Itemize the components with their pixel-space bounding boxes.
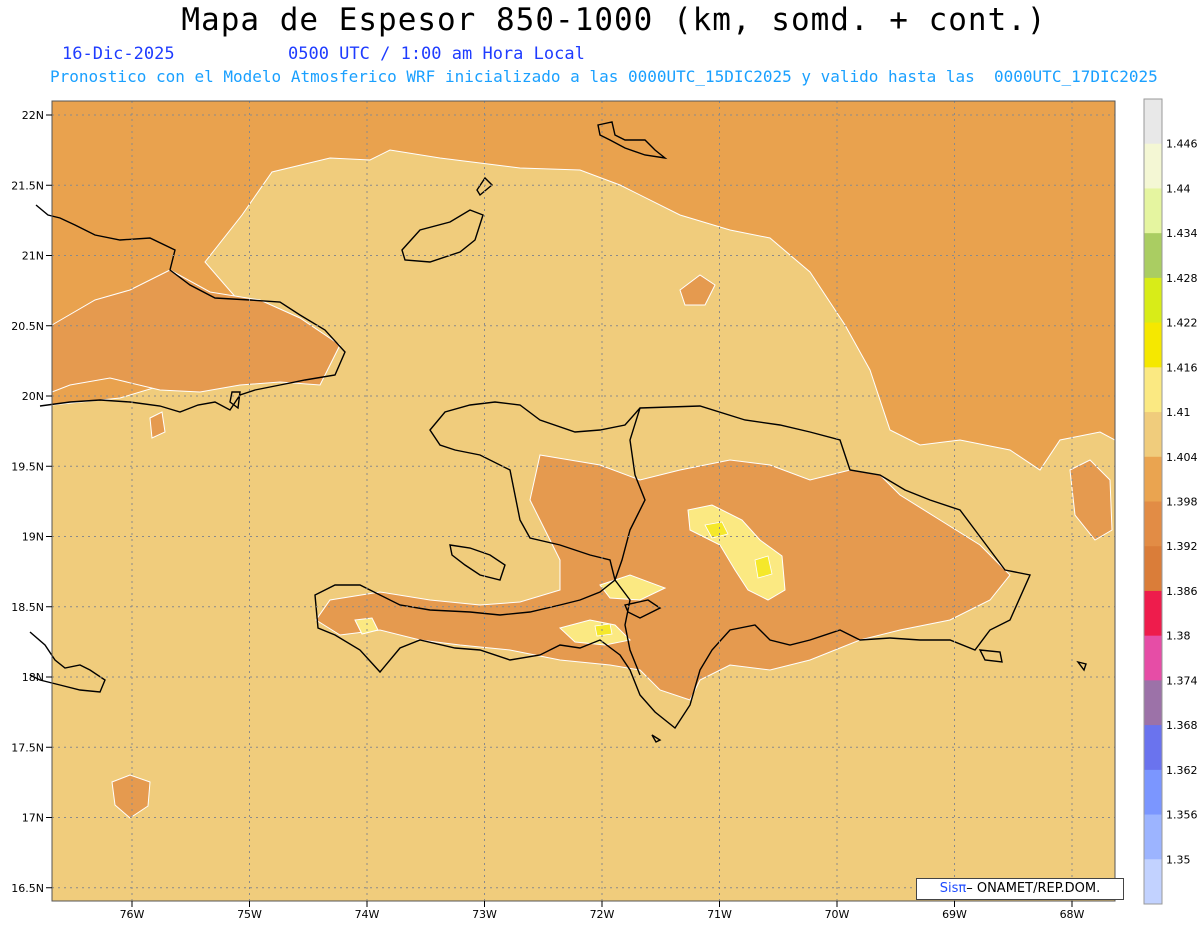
lat-label: 21N xyxy=(22,250,44,263)
lon-label: 68W xyxy=(1060,908,1085,921)
colorbar-segment xyxy=(1144,367,1162,413)
colorbar-label: 1.35 xyxy=(1166,853,1191,866)
colorbar-segment xyxy=(1144,322,1162,368)
credit-box: Sisπ– ONAMET/REP.DOM. xyxy=(916,878,1124,900)
colorbar-label: 1.44 xyxy=(1166,182,1191,195)
lat-label: 21.5N xyxy=(11,179,44,192)
thickness-map: 22N 21.5N 21N 20.5N 20N 19.5N 19N 18.5N 18N 17.5N… xyxy=(11,98,1198,921)
brand-label: Sisπ xyxy=(939,881,967,896)
colorbar-segment xyxy=(1144,725,1162,771)
colorbar-segment xyxy=(1144,99,1162,145)
colorbar-segment xyxy=(1144,412,1162,458)
colorbar-label: 1.38 xyxy=(1166,630,1191,643)
colorbar-label: 1.404 xyxy=(1166,451,1198,464)
lon-label: 69W xyxy=(942,908,967,921)
colorbar-label: 1.368 xyxy=(1166,719,1198,732)
lat-label: 19.5N xyxy=(11,460,44,473)
lat-label: 18.5N xyxy=(11,601,44,614)
lat-label: 17N xyxy=(22,812,44,825)
colorbar-label: 1.392 xyxy=(1166,540,1198,553)
colorbar-label: 1.428 xyxy=(1166,272,1198,285)
credit-text: – ONAMET/REP.DOM. xyxy=(966,881,1101,896)
colorbar-segment xyxy=(1144,814,1162,860)
colorbar-segment xyxy=(1144,546,1162,592)
lat-label: 17.5N xyxy=(11,741,44,754)
colorbar-label: 1.386 xyxy=(1166,585,1198,598)
colorbar-segment xyxy=(1144,277,1162,324)
lat-label: 16.5N xyxy=(11,882,44,895)
lon-label: 76W xyxy=(120,908,145,921)
thickness-zone-1416 xyxy=(594,623,613,637)
colorbar-segment xyxy=(1144,859,1162,905)
lon-label: 72W xyxy=(590,908,615,921)
colorbar-label: 1.41 xyxy=(1166,406,1191,419)
colorbar-segment xyxy=(1144,635,1162,681)
lat-label: 20.5N xyxy=(11,320,44,333)
colorbar-segment xyxy=(1144,590,1162,637)
lon-label: 75W xyxy=(237,908,262,921)
colorbar-label: 1.446 xyxy=(1166,138,1198,151)
colorbar-label: 1.362 xyxy=(1166,764,1198,777)
colorbar-segment xyxy=(1144,680,1162,726)
lon-label: 71W xyxy=(707,908,732,921)
lat-label: 22N xyxy=(22,109,44,122)
colorbar-label: 1.434 xyxy=(1166,227,1198,240)
colorbar-segment xyxy=(1144,456,1162,502)
lat-label: 19N xyxy=(22,531,44,544)
colorbar: 1.446 1.44 1.434 1.428 1.422 1.416 1.41 1.404 1.… xyxy=(1143,98,1198,905)
colorbar-segment xyxy=(1144,233,1162,279)
colorbar-label: 1.398 xyxy=(1166,496,1198,509)
colorbar-label: 1.356 xyxy=(1166,809,1198,822)
lon-label: 74W xyxy=(355,908,380,921)
colorbar-segment xyxy=(1144,501,1162,547)
colorbar-label: 1.416 xyxy=(1166,361,1198,374)
lat-label: 20N xyxy=(22,390,44,403)
colorbar-segment xyxy=(1144,769,1162,816)
colorbar-label: 1.422 xyxy=(1166,317,1198,330)
colorbar-label: 1.374 xyxy=(1166,674,1198,687)
colorbar-segment xyxy=(1144,188,1162,234)
lat-label: 18N xyxy=(22,671,44,684)
colorbar-segment xyxy=(1144,143,1162,189)
lon-label: 70W xyxy=(825,908,850,921)
lon-label: 73W xyxy=(472,908,497,921)
